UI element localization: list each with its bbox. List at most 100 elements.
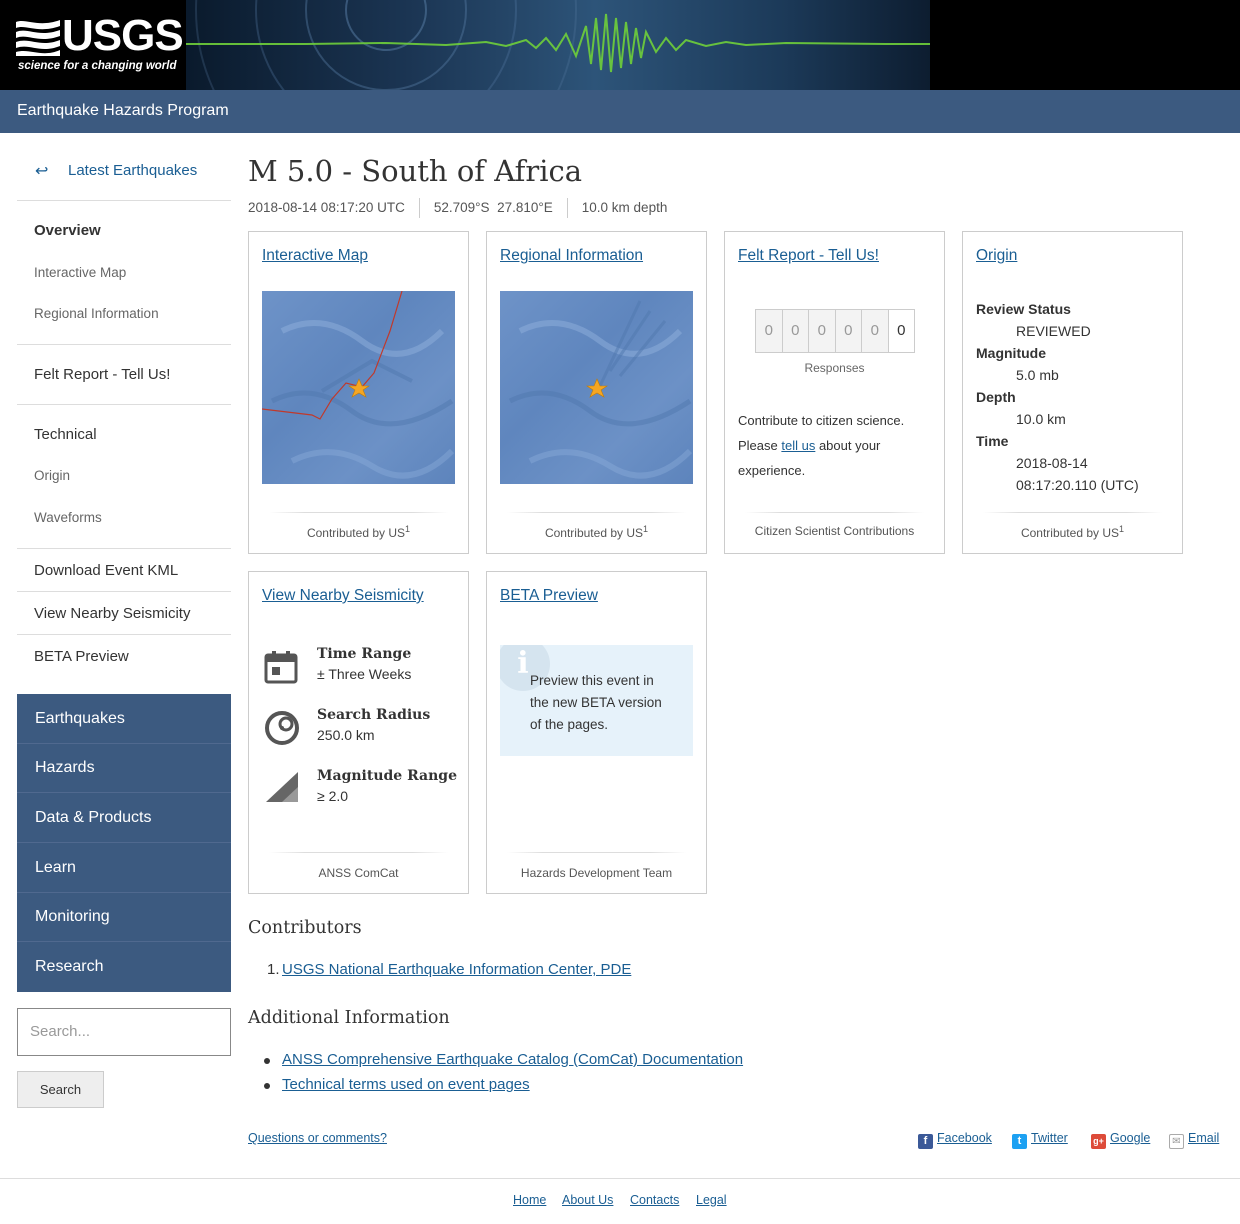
time-label: Time <box>976 433 1009 449</box>
sidebar-item-beta-preview[interactable]: BETA Preview <box>34 648 129 665</box>
site-header: USGS science for a changing world <box>0 0 1240 90</box>
responses-counter: 0 0 0 0 0 0 <box>755 309 915 353</box>
footer-divider <box>0 1178 1240 1179</box>
time-range-label: Time Range <box>317 646 412 662</box>
nav-divider <box>17 404 231 405</box>
nearby-seismicity-card: View Nearby Seismicity Time Range ± Thre… <box>248 571 469 894</box>
logo-tagline: science for a changing world <box>18 60 177 72</box>
magnitude-range-icon <box>266 772 298 802</box>
search-radius-icon <box>265 711 299 745</box>
sidebar-item-waveforms[interactable]: Waveforms <box>34 510 102 525</box>
sidebar-item-felt-report[interactable]: Felt Report - Tell Us! <box>34 366 170 383</box>
share-facebook[interactable]: f Facebook <box>918 1131 992 1149</box>
card-divider <box>269 512 448 513</box>
regional-map-thumbnail[interactable] <box>500 291 693 484</box>
card-footer: Hazards Development Team <box>520 866 673 880</box>
regional-information-link[interactable]: Regional Information <box>500 247 643 265</box>
share-google[interactable]: g+ Google <box>1091 1131 1150 1149</box>
search-button[interactable]: Search <box>17 1071 104 1108</box>
card-footer: ANSS ComCat <box>318 866 399 880</box>
list-number: 1. <box>267 961 280 978</box>
depth-label: Depth <box>976 389 1016 405</box>
footer-link-home[interactable]: Home <box>513 1193 546 1207</box>
sidebar-item-interactive-map[interactable]: Interactive Map <box>34 265 126 280</box>
origin-link[interactable]: Origin <box>976 247 1017 265</box>
site-nav-hazards[interactable]: Hazards <box>17 743 231 793</box>
twitter-icon: t <box>1012 1134 1027 1149</box>
comcat-docs-link[interactable]: ANSS Comprehensive Earthquake Catalog (C… <box>282 1051 743 1068</box>
seismogram-banner <box>186 0 930 90</box>
questions-link[interactable]: Questions or comments? <box>248 1131 387 1145</box>
share-email[interactable]: ✉ Email <box>1169 1131 1219 1149</box>
magnitude-value: 5.0 mb <box>1016 367 1059 383</box>
event-summary: 2018-08-14 08:17:20 UTC 52.709°S 27.810°E… <box>248 198 667 218</box>
felt-description: Contribute to citizen science. Please te… <box>738 413 905 478</box>
usgs-wave-icon <box>16 20 60 56</box>
sidebar-item-technical[interactable]: Technical <box>34 426 97 443</box>
card-footer: Citizen Scientist Contributions <box>754 524 915 538</box>
felt-report-link[interactable]: Felt Report - Tell Us! <box>738 247 879 265</box>
logo-wordmark: USGS <box>62 11 184 60</box>
beta-info-box[interactable]: i Preview this event in the new BETA ver… <box>500 645 693 756</box>
beta-preview-card: BETA Preview i Preview this event in the… <box>486 571 707 894</box>
regional-information-card: Regional Information Contributed by US1 <box>486 231 707 554</box>
site-nav-data-products[interactable]: Data & Products <box>17 793 231 843</box>
beta-preview-link[interactable]: BETA Preview <box>500 587 598 605</box>
responses-label: Responses <box>804 361 865 375</box>
footer-link-about[interactable]: About Us <box>562 1193 613 1207</box>
site-nav-earthquakes[interactable]: Earthquakes <box>17 694 231 744</box>
card-divider <box>269 852 448 853</box>
review-status-value: REVIEWED <box>1016 323 1091 339</box>
nav-divider <box>17 634 231 635</box>
sidebar-item-regional-information[interactable]: Regional Information <box>34 306 159 321</box>
magnitude-label: Magnitude <box>976 345 1046 361</box>
footer-link-legal[interactable]: Legal <box>696 1193 727 1207</box>
sidebar-item-origin[interactable]: Origin <box>34 468 70 483</box>
sidebar-item-nearby-seismicity[interactable]: View Nearby Seismicity <box>34 605 190 622</box>
nav-divider <box>17 591 231 592</box>
event-depth: 10.0 km depth <box>581 199 668 215</box>
sidebar-item-download-kml[interactable]: Download Event KML <box>34 562 178 579</box>
contributor-link[interactable]: USGS National Earthquake Information Cen… <box>282 961 631 978</box>
time-value-clock: 08:17:20.110 (UTC) <box>1016 477 1139 493</box>
sidebar-item-overview[interactable]: Overview <box>34 222 101 239</box>
nav-divider <box>17 344 231 345</box>
site-nav-learn[interactable]: Learn <box>17 843 231 893</box>
share-twitter[interactable]: t Twitter <box>1012 1131 1068 1149</box>
nearby-seismicity-link[interactable]: View Nearby Seismicity <box>262 587 424 605</box>
card-footer: Contributed by US1 <box>306 524 411 540</box>
tell-us-link[interactable]: tell us <box>781 438 815 453</box>
site-nav-research[interactable]: Research <box>17 942 231 992</box>
search-radius-value: 250.0 km <box>317 727 375 743</box>
map-relief <box>262 291 455 479</box>
email-icon: ✉ <box>1169 1134 1184 1149</box>
list-bullet <box>264 1058 270 1064</box>
site-navigation: Earthquakes Hazards Data & Products Lear… <box>17 694 231 992</box>
list-bullet <box>264 1083 270 1089</box>
footer-link-contacts[interactable]: Contacts <box>630 1193 679 1207</box>
card-footer: Contributed by US1 <box>544 524 649 540</box>
epicenter-star-icon <box>586 378 608 398</box>
interactive-map-thumbnail[interactable] <box>262 291 455 484</box>
program-title[interactable]: Earthquake Hazards Program <box>17 102 229 120</box>
card-footer: Contributed by US1 <box>1020 524 1125 540</box>
time-value-date: 2018-08-14 <box>1016 455 1088 471</box>
seismogram-graphic <box>186 0 930 90</box>
usgs-logo[interactable]: USGS science for a changing world <box>0 0 186 90</box>
site-nav-monitoring[interactable]: Monitoring <box>17 892 231 942</box>
magnitude-range-label: Magnitude Range <box>317 768 457 784</box>
technical-terms-link[interactable]: Technical terms used on event pages <box>282 1076 530 1093</box>
interactive-map-card: Interactive Map Contributed by US1 <box>248 231 469 554</box>
facebook-icon: f <box>918 1134 933 1149</box>
origin-card: Origin Review Status REVIEWED Magnitude … <box>962 231 1183 554</box>
card-divider <box>983 512 1162 513</box>
back-arrow-icon: ↩ <box>35 163 49 180</box>
beta-info-text: Preview this event in the new BETA versi… <box>530 673 662 732</box>
search-radius-label: Search Radius <box>317 707 431 723</box>
event-lon: 27.810°E <box>497 199 553 215</box>
nav-divider <box>17 548 231 549</box>
search-input[interactable]: Search... <box>17 1008 231 1056</box>
depth-value: 10.0 km <box>1016 411 1066 427</box>
latest-earthquakes-link[interactable]: ↩ Latest Earthquakes <box>17 160 231 200</box>
interactive-map-link[interactable]: Interactive Map <box>262 247 368 265</box>
